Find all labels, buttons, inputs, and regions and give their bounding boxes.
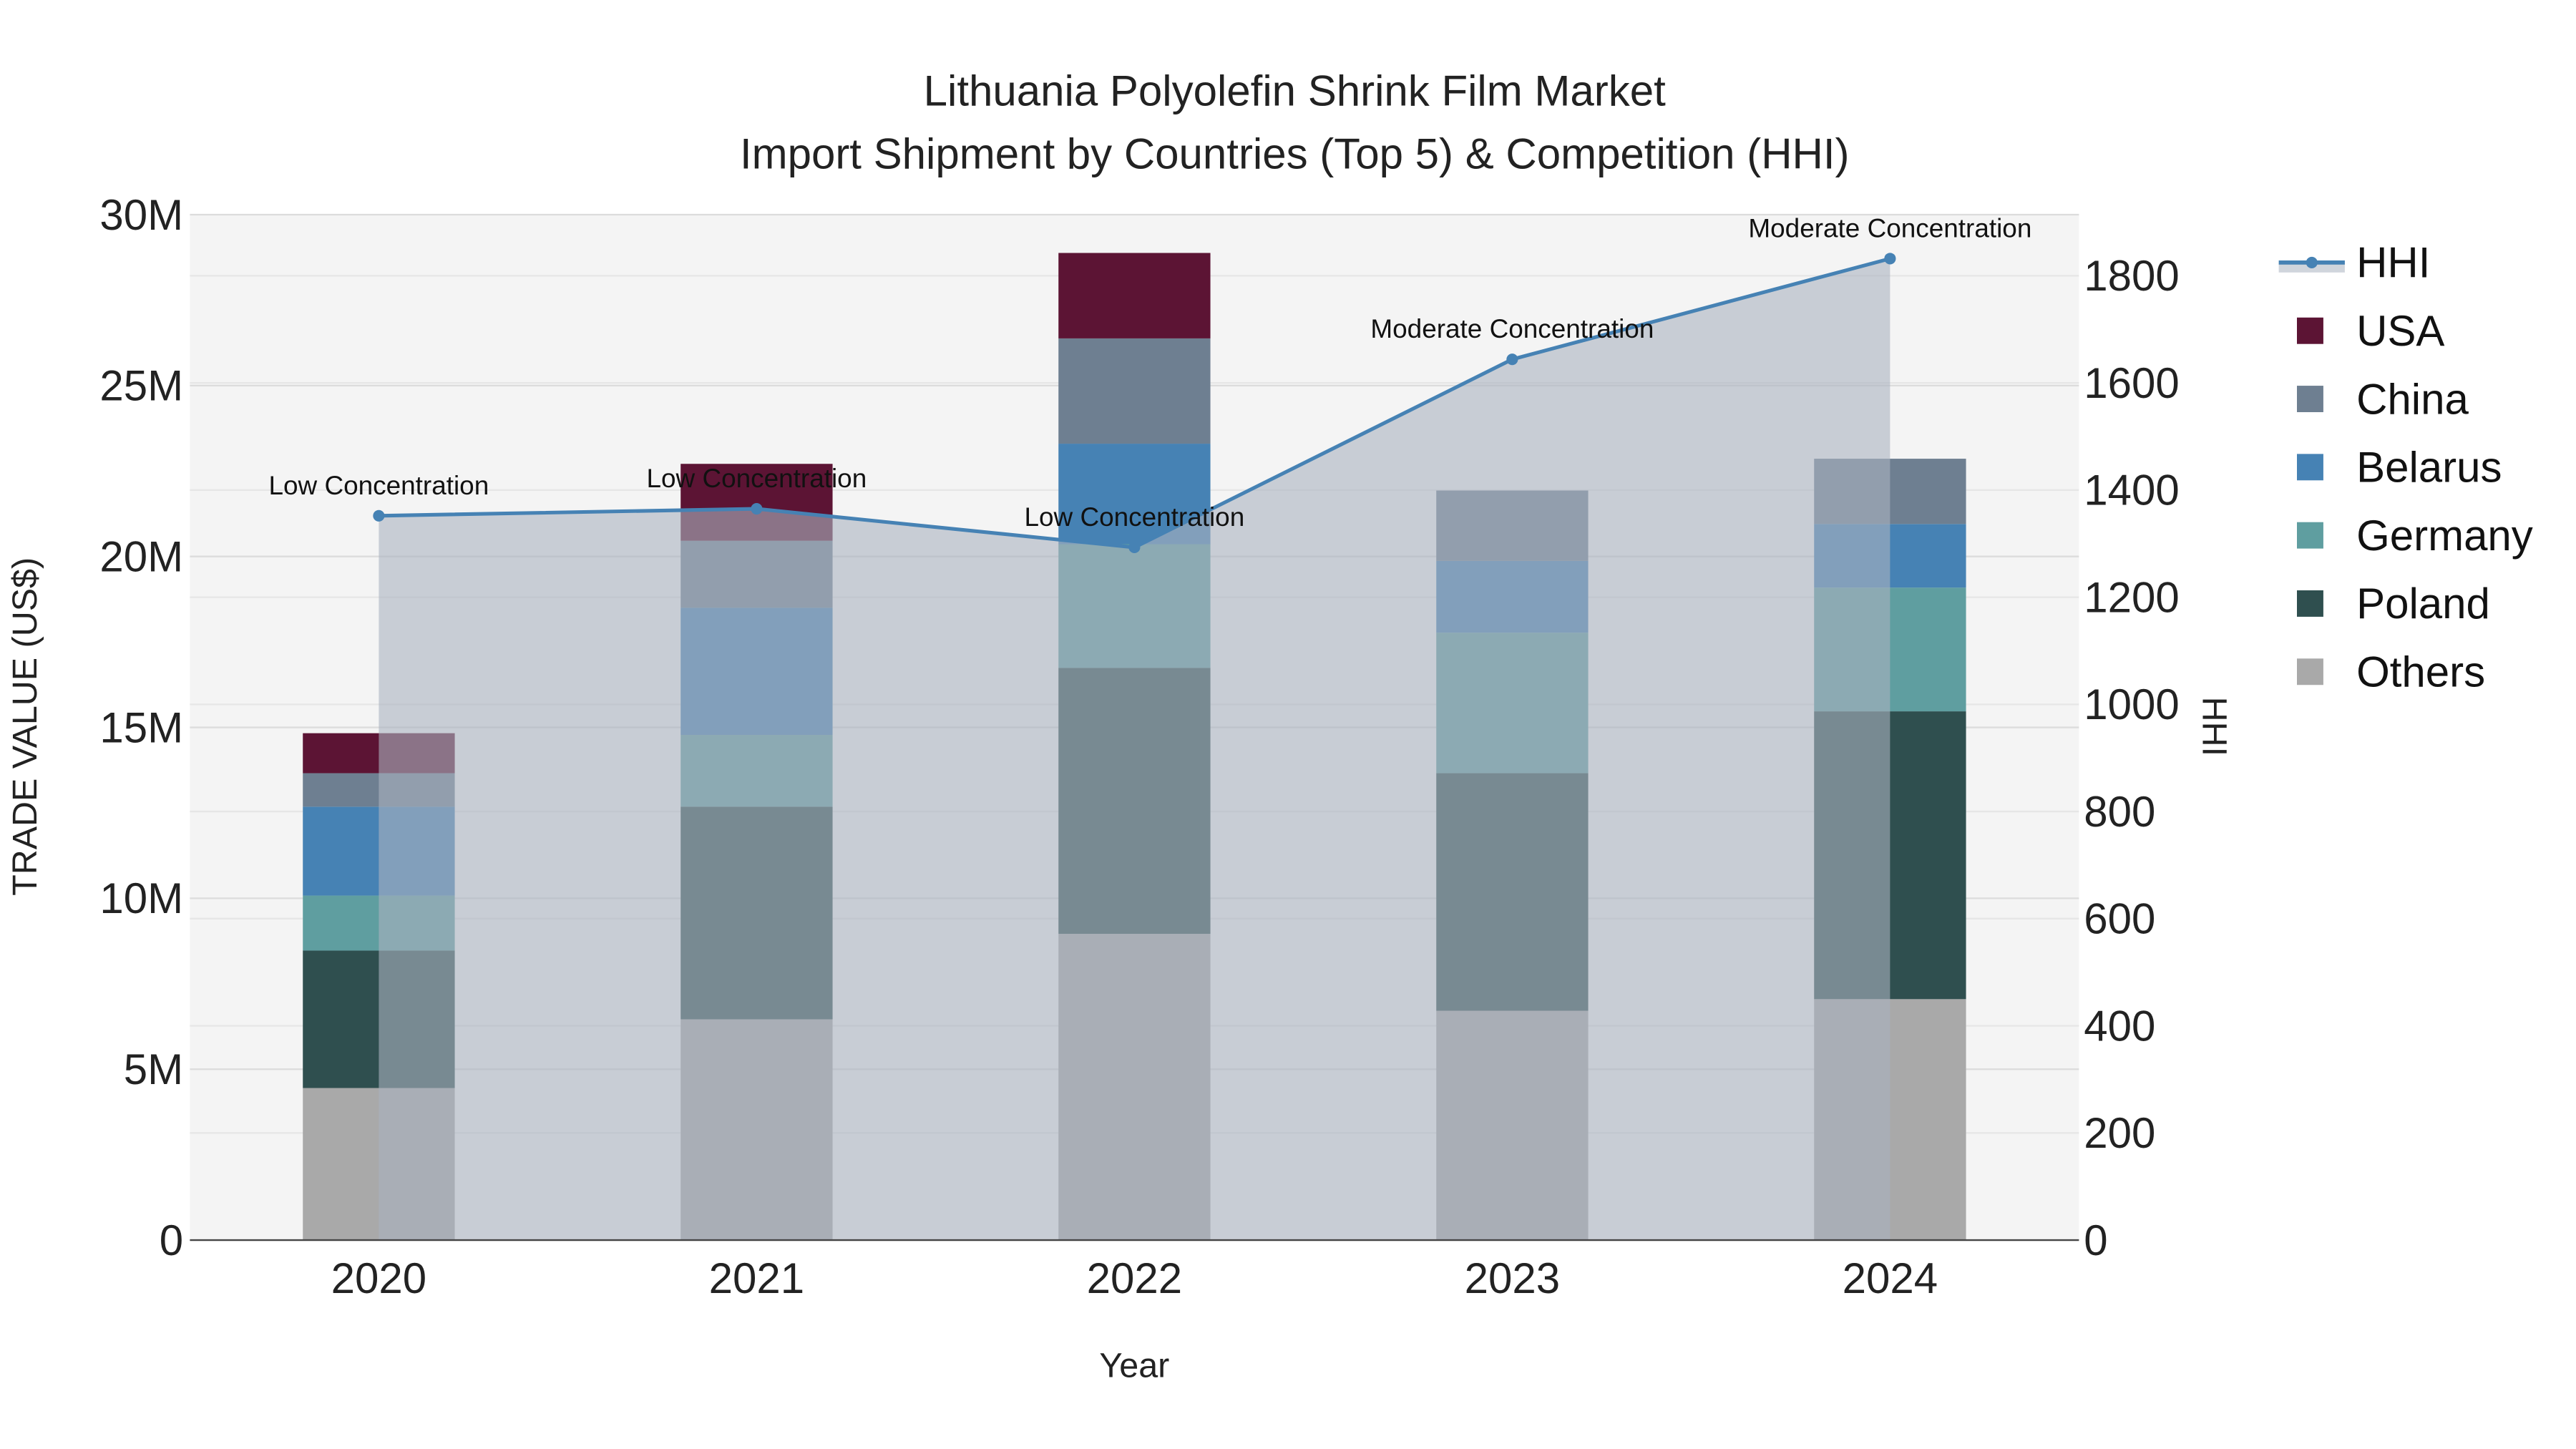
y2-tick-label: 1200	[2084, 573, 2179, 621]
y-tick-label: 10M	[99, 874, 183, 922]
legend-swatch-poland	[2297, 590, 2323, 617]
hhi-point-2021[interactable]	[751, 502, 763, 515]
bar-china-2022[interactable]	[1058, 338, 1211, 444]
chart: Lithuania Polyolefin Shrink Film Market …	[6, 67, 2533, 1385]
hhi-point-2024[interactable]	[1884, 253, 1896, 265]
y2-tick-label: 1400	[2084, 467, 2179, 514]
y2-tick-label: 600	[2084, 895, 2155, 943]
hhi-point-2023[interactable]	[1506, 353, 1518, 366]
y2-tick-label: 1800	[2084, 252, 2179, 300]
legend-swatch-belarus	[2297, 454, 2323, 481]
y-tick-label: 25M	[99, 362, 183, 410]
y2-tick-label: 800	[2084, 788, 2155, 836]
legend-item-usa[interactable]: USA	[2356, 307, 2444, 355]
x-axis-label: Year	[1099, 1347, 1169, 1385]
y2-tick-label: 1000	[2084, 680, 2179, 728]
legend-item-belarus[interactable]: Belarus	[2356, 444, 2502, 492]
y-tick-label: 0	[160, 1216, 183, 1264]
chart-title-line1: Lithuania Polyolefin Shrink Film Market	[924, 67, 1666, 115]
y2-tick-label: 1600	[2084, 359, 2179, 407]
hhi-annotation: Moderate Concentration	[1370, 314, 1654, 343]
legend-swatch-others	[2297, 658, 2323, 686]
y-tick-label: 15M	[99, 703, 183, 751]
legend-item-china[interactable]: China	[2356, 375, 2469, 423]
legend-item-germany[interactable]: Germany	[2356, 512, 2533, 560]
legend-swatch-germany	[2297, 522, 2323, 549]
hhi-point-2020[interactable]	[373, 509, 385, 522]
x-tick-label: 2020	[331, 1254, 426, 1302]
bar-usa-2022[interactable]	[1058, 253, 1211, 338]
hhi-annotation: Low Concentration	[1025, 502, 1245, 532]
legend-swatch-china	[2297, 386, 2323, 412]
legend-swatch-usa	[2297, 317, 2323, 344]
y-tick-label: 30M	[99, 191, 183, 239]
y2-tick-label: 0	[2084, 1216, 2107, 1264]
y-tick-label: 5M	[124, 1045, 183, 1093]
legend-hhi-marker	[2306, 256, 2318, 268]
y2-tick-label: 200	[2084, 1109, 2155, 1157]
legend-item-hhi[interactable]: HHI	[2356, 239, 2430, 287]
hhi-annotation: Low Concentration	[269, 471, 489, 500]
y2-tick-label: 400	[2084, 1002, 2155, 1050]
x-tick-label: 2022	[1087, 1254, 1182, 1302]
hhi-annotation: Low Concentration	[647, 464, 867, 493]
x-tick-label: 2024	[1843, 1254, 1938, 1302]
y-axis-label: TRADE VALUE (US$)	[6, 557, 44, 896]
legend-item-poland[interactable]: Poland	[2356, 580, 2490, 628]
legend-item-others[interactable]: Others	[2356, 648, 2485, 696]
hhi-annotation: Moderate Concentration	[1748, 213, 2031, 243]
x-tick-label: 2021	[709, 1254, 804, 1302]
x-tick-label: 2023	[1465, 1254, 1560, 1302]
hhi-point-2022[interactable]	[1128, 541, 1141, 554]
y-tick-label: 20M	[99, 532, 183, 580]
y2-axis-label: HHI	[2195, 697, 2233, 756]
chart-title-line2: Import Shipment by Countries (Top 5) & C…	[740, 130, 1850, 177]
